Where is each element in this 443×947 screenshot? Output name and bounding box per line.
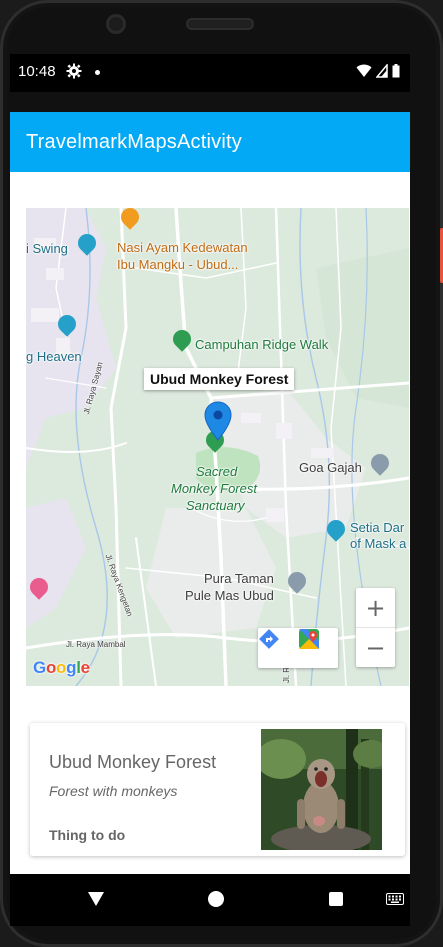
map-label-nasi-ayam-sub: Ibu Mangku - Ubud...: [117, 257, 239, 272]
map-label-road-mambal: Jl. Raya Mambal: [66, 640, 126, 649]
app-screen: TravelmarkMapsActivity i Swing Nasi Ayam…: [10, 112, 410, 874]
google-logo-letter: G: [33, 658, 46, 677]
keyboard-icon[interactable]: [386, 893, 404, 905]
zoom-out-button[interactable]: −: [356, 628, 395, 667]
earpiece-speaker: [186, 18, 254, 30]
map-label-pule-mas: Pule Mas Ubud: [185, 588, 274, 603]
map-label-monkey-forest: Monkey Forest: [171, 481, 257, 496]
front-camera: [106, 14, 126, 34]
gear-icon: [66, 63, 82, 79]
google-logo: Google: [33, 658, 90, 678]
status-bar: 10:48: [10, 54, 410, 92]
zoom-controls: + −: [356, 588, 395, 667]
map-label-mask: of Mask a: [350, 536, 407, 551]
status-time: 10:48: [18, 63, 56, 80]
place-card[interactable]: Ubud Monkey Forest Forest with monkeys T…: [30, 723, 405, 856]
place-subtitle: Forest with monkeys: [49, 783, 178, 799]
map-toolbar: [258, 628, 338, 668]
map-label-pura-taman: Pura Taman: [204, 571, 274, 586]
directions-button[interactable]: [258, 628, 298, 668]
page-title: TravelmarkMapsActivity: [26, 131, 242, 153]
monkey-photo-image: [261, 729, 382, 850]
status-icons: [356, 64, 400, 78]
map-label-setia: Setia Dar: [350, 520, 405, 535]
directions-icon: [259, 629, 279, 649]
map-label-heaven: g Heaven: [26, 349, 82, 364]
signal-icon: [376, 64, 388, 78]
place-title: Ubud Monkey Forest: [49, 752, 217, 772]
place-photo: [261, 729, 382, 850]
map-label-goa-gajah: Goa Gajah: [299, 460, 362, 475]
google-logo-letter: e: [80, 658, 90, 677]
map-label-sacred: Sacred: [196, 464, 238, 479]
open-in-maps-button[interactable]: [298, 628, 338, 668]
google-maps-icon: [299, 629, 319, 649]
recents-icon[interactable]: [329, 892, 343, 906]
location-marker-icon[interactable]: [204, 401, 232, 441]
map-label-campuhan: Campuhan Ridge Walk: [195, 337, 329, 352]
device-frame: 10:48 TravelmarkMapsActivity i Swing Nas…: [0, 0, 443, 947]
notification-dot-icon: [95, 70, 100, 75]
google-logo-letter: o: [56, 658, 67, 677]
marker-info-window[interactable]: Ubud Monkey Forest: [144, 368, 295, 390]
back-icon[interactable]: [87, 891, 105, 907]
map-label-nasi-ayam: Nasi Ayam Kedewatan: [117, 240, 248, 255]
home-icon[interactable]: [208, 891, 224, 907]
google-logo-letter: o: [45, 658, 57, 677]
wifi-icon: [356, 64, 372, 77]
system-nav-bar: [10, 874, 410, 926]
zoom-in-button[interactable]: +: [356, 588, 395, 628]
battery-icon: [392, 64, 400, 78]
google-logo-letter: g: [66, 658, 77, 677]
map-label-sanctuary: Sanctuary: [186, 498, 245, 513]
app-bar: TravelmarkMapsActivity: [10, 112, 410, 172]
place-category: Thing to do: [49, 827, 126, 843]
map-label-swing: i Swing: [26, 241, 68, 256]
map-view[interactable]: i Swing Nasi Ayam Kedewatan Ibu Mangku -…: [26, 208, 409, 686]
